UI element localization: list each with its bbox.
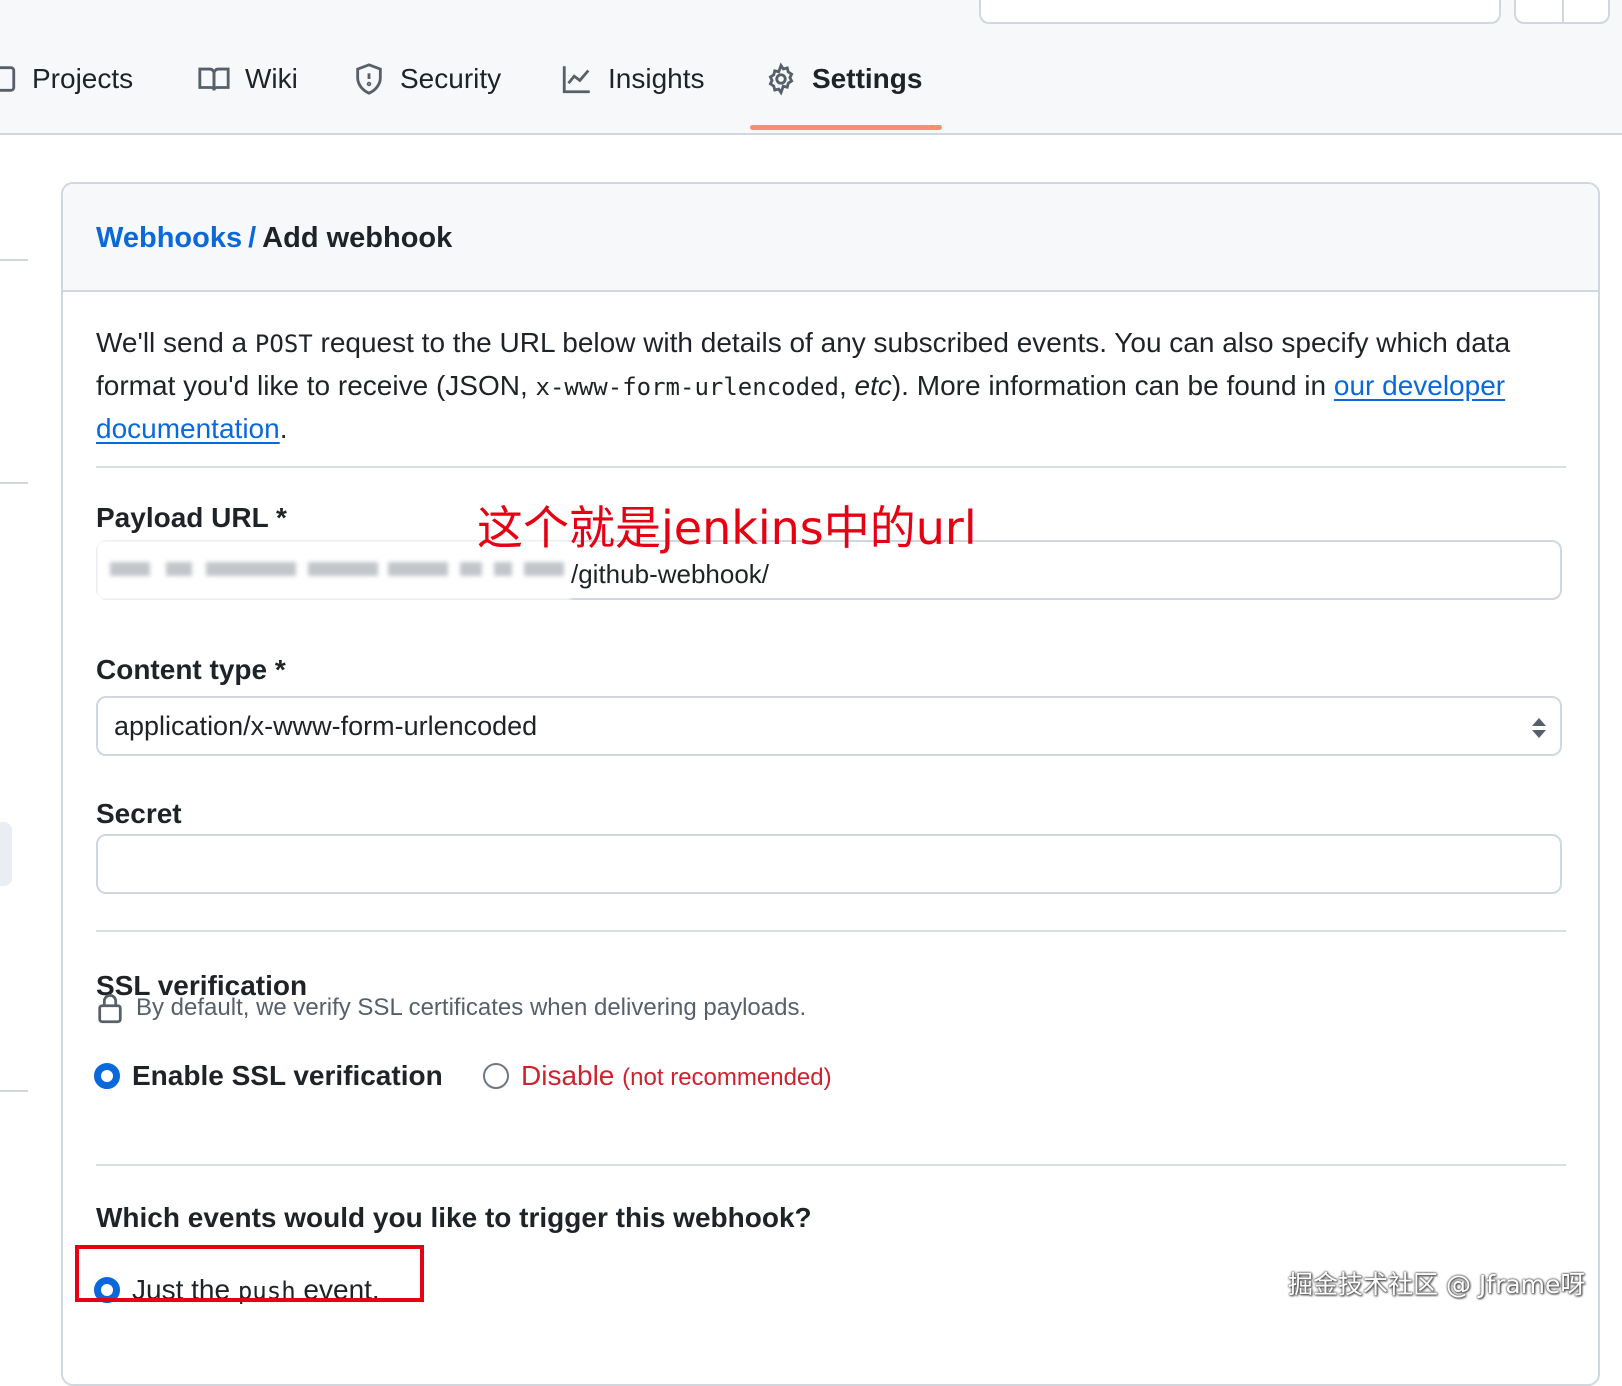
watermark: 掘金技术社区 @ Jframe呀 bbox=[1288, 1270, 1586, 1299]
disable-ssl-hint: (not recommended) bbox=[622, 1064, 832, 1091]
secret-input[interactable] bbox=[96, 834, 1562, 894]
book-icon bbox=[198, 67, 230, 91]
intro-text-part: , bbox=[838, 370, 855, 401]
breadcrumb: Webhooks / Add webhook bbox=[96, 222, 452, 255]
disable-ssl-label: Disable (not recommended) bbox=[521, 1060, 832, 1092]
content-type-label: Content type * bbox=[96, 654, 286, 685]
breadcrumb-separator: / bbox=[248, 222, 257, 254]
content-type-value: application/x-www-form-urlencoded bbox=[114, 710, 538, 741]
enable-ssl-option[interactable]: Enable SSL verification bbox=[94, 1060, 443, 1092]
content-type-select[interactable]: application/x-www-form-urlencoded bbox=[96, 696, 1562, 756]
disable-ssl-option[interactable]: Disable (not recommended) bbox=[483, 1060, 832, 1092]
tab-wiki[interactable]: Wiki bbox=[197, 62, 298, 96]
intro-text-part: . bbox=[279, 413, 288, 444]
card-header: Webhooks / Add webhook bbox=[63, 184, 1598, 292]
tab-projects[interactable]: Projects bbox=[0, 62, 133, 96]
etc-text: etc bbox=[854, 370, 892, 401]
tab-label: Insights bbox=[608, 63, 705, 94]
annotation-highlight-box bbox=[75, 1245, 424, 1302]
post-method-code: POST bbox=[254, 330, 313, 358]
payload-url-label: Payload URL * bbox=[96, 502, 287, 533]
intro-text: We'll send a POST request to the URL bel… bbox=[96, 322, 1566, 450]
graph-icon bbox=[562, 66, 590, 94]
disable-ssl-text: Disable bbox=[521, 1060, 615, 1091]
tab-insights[interactable]: Insights bbox=[560, 62, 705, 96]
sidebar-item-selected[interactable] bbox=[0, 822, 12, 886]
section-divider bbox=[96, 466, 1566, 468]
ssl-note-text: By default, we verify SSL certificates w… bbox=[136, 994, 807, 1021]
page-title: Add webhook bbox=[262, 222, 453, 254]
payload-url-suffix: /github-webhook/ bbox=[571, 559, 770, 589]
lock-icon bbox=[98, 994, 122, 1024]
header-actions[interactable] bbox=[1514, 0, 1610, 24]
ssl-note: By default, we verify SSL certificates w… bbox=[96, 992, 806, 1024]
intro-text-part: We'll send a bbox=[96, 327, 255, 358]
shield-icon bbox=[356, 63, 382, 95]
annotation-text: 这个就是jenkins中的url bbox=[477, 501, 977, 555]
tab-label: Settings bbox=[812, 63, 923, 94]
format-code: x-www-form-urlencoded bbox=[535, 373, 839, 401]
tab-security[interactable]: Security bbox=[352, 62, 501, 96]
enable-ssl-label: Enable SSL verification bbox=[132, 1060, 443, 1091]
repo-nav-bar: Projects Wiki Security Insights Settings bbox=[0, 0, 1622, 135]
search-box[interactable] bbox=[979, 0, 1501, 24]
disable-ssl-radio[interactable] bbox=[483, 1063, 509, 1089]
select-arrows-icon bbox=[1532, 718, 1546, 738]
enable-ssl-radio[interactable] bbox=[94, 1063, 120, 1089]
selected-tab-indicator bbox=[750, 125, 942, 130]
table-icon bbox=[0, 66, 16, 92]
tab-label: Security bbox=[400, 63, 502, 94]
tab-label: Wiki bbox=[245, 63, 298, 94]
intro-text-part: ). More information can be found in bbox=[891, 370, 1334, 401]
tab-label: Projects bbox=[32, 63, 134, 94]
sidebar-divider bbox=[0, 259, 28, 261]
gear-icon bbox=[768, 62, 794, 96]
section-divider bbox=[96, 930, 1566, 932]
section-divider bbox=[96, 1164, 1566, 1166]
secret-label: Secret bbox=[96, 798, 182, 829]
breadcrumb-webhooks-link[interactable]: Webhooks bbox=[96, 222, 242, 254]
sidebar-divider bbox=[0, 1090, 28, 1092]
tab-settings[interactable]: Settings bbox=[764, 62, 922, 96]
sidebar-divider bbox=[0, 482, 28, 484]
events-question: Which events would you like to trigger t… bbox=[96, 1202, 812, 1233]
add-webhook-card: Webhooks / Add webhook We'll send a POST r… bbox=[61, 182, 1600, 1386]
